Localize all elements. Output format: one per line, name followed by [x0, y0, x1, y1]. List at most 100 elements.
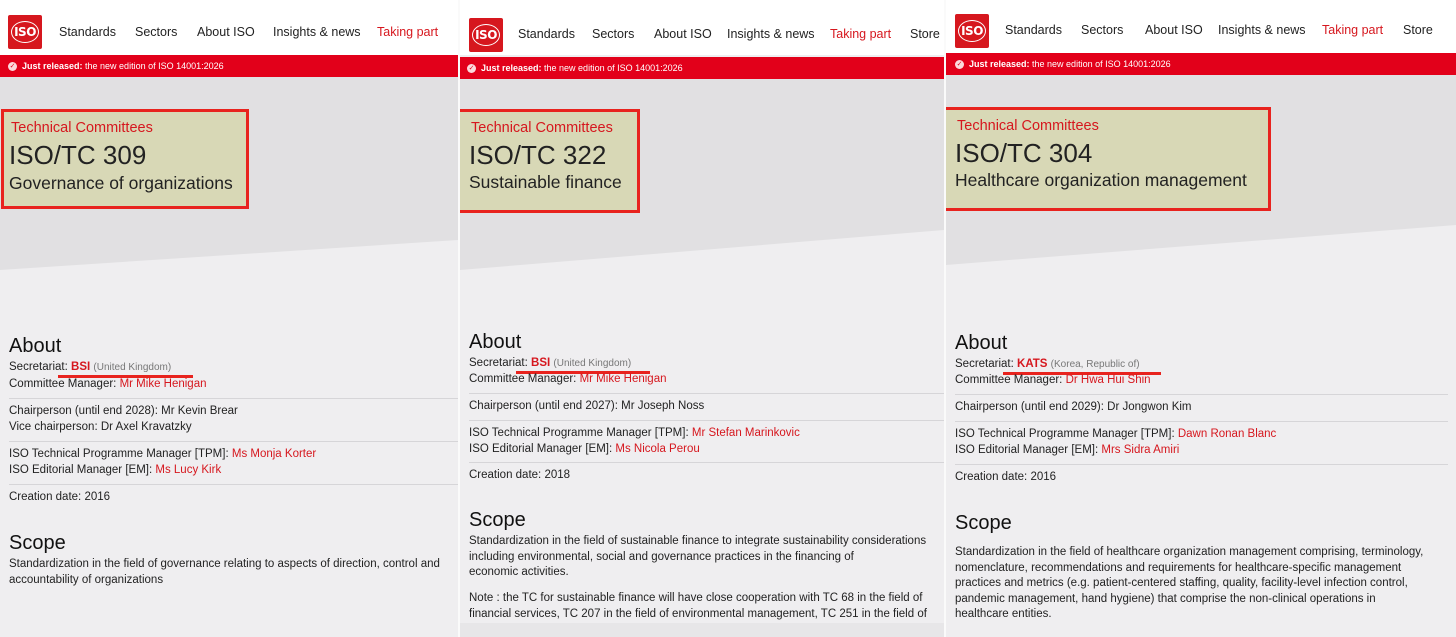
secretariat-country: (United Kingdom)	[93, 362, 172, 373]
em-link[interactable]: Mrs Sidra Amiri	[1101, 444, 1179, 456]
divider	[9, 441, 458, 442]
banner-text: the new edition of ISO 14001:2026	[82, 61, 224, 71]
nav-sectors[interactable]: Sectors	[135, 25, 177, 39]
creation-line: Creation date: 2016	[9, 491, 110, 503]
tc-label[interactable]: Technical Committees	[957, 118, 1099, 134]
note-line: Note : the TC for sustainable finance wi…	[469, 592, 923, 604]
divider	[955, 464, 1448, 465]
chair-line: Chairperson (until end 2028): Mr Kevin B…	[9, 405, 238, 417]
manager-label: Committee Manager:	[955, 374, 1063, 386]
scope-text: Standardization in the field of healthca…	[955, 545, 1423, 623]
panel-tc-309: ISO Standards Sectors About ISO Insights…	[0, 0, 458, 637]
divider	[955, 421, 1448, 422]
nav-store[interactable]: Store	[1403, 23, 1433, 37]
banner-bold: Just released:	[969, 59, 1030, 69]
em-link[interactable]: Ms Nicola Perou	[615, 443, 699, 455]
news-banner[interactable]: ✓ Just released: the new edition of ISO 1…	[0, 55, 458, 77]
nav-taking-part[interactable]: Taking part	[377, 25, 438, 39]
tc-label[interactable]: Technical Committees	[11, 120, 153, 136]
nav-insights-news[interactable]: Insights & news	[273, 25, 361, 39]
nav-taking-part[interactable]: Taking part	[1322, 23, 1383, 37]
manager-link[interactable]: Mr Mike Henigan	[580, 373, 667, 385]
manager-label: Committee Manager:	[9, 378, 117, 390]
divider	[469, 420, 944, 421]
nav-about-iso[interactable]: About ISO	[197, 25, 255, 39]
scope-text: Standardization in the field of governan…	[9, 557, 440, 588]
nav-about-iso[interactable]: About ISO	[1145, 23, 1203, 37]
tpm-line: ISO Technical Programme Manager [TPM]: M…	[9, 448, 316, 460]
scope-line: Standardization in the field of governan…	[9, 558, 440, 570]
news-banner[interactable]: ✓ Just released: the new edition of ISO 1…	[460, 57, 944, 79]
iso-logo[interactable]: ISO	[8, 15, 42, 49]
creation-line: Creation date: 2018	[469, 469, 570, 481]
banner-text: the new edition of ISO 14001:2026	[541, 63, 683, 73]
manager-line: Committee Manager: Dr Hwa Hui Shin	[955, 374, 1151, 386]
nav-taking-part[interactable]: Taking part	[830, 27, 891, 41]
tc-label[interactable]: Technical Committees	[471, 120, 613, 136]
tc-name: Healthcare organization management	[955, 170, 1247, 190]
divider	[469, 462, 944, 463]
news-banner[interactable]: ✓ Just released: the new edition of ISO 1…	[946, 53, 1456, 75]
banner-text: the new edition of ISO 14001:2026	[1029, 59, 1171, 69]
creation-year: 2016	[1030, 471, 1057, 483]
manager-line: Committee Manager: Mr Mike Henigan	[9, 378, 207, 390]
manager-link[interactable]: Dr Hwa Hui Shin	[1066, 374, 1151, 386]
nav-standards[interactable]: Standards	[518, 27, 575, 41]
scope-line: including environmental, social and gove…	[469, 550, 854, 563]
em-line: ISO Editorial Manager [EM]: Mrs Sidra Am…	[955, 444, 1179, 456]
panel-tc-304: ISO Standards Sectors About ISO Insights…	[946, 0, 1456, 637]
alert-icon: ✓	[8, 62, 17, 72]
secretariat-link[interactable]: KATS	[1017, 358, 1047, 370]
em-line: ISO Editorial Manager [EM]: Ms Lucy Kirk	[9, 464, 221, 476]
manager-label: Committee Manager:	[469, 373, 577, 385]
scope-line: Standardization in the field of sustaina…	[469, 535, 927, 547]
manager-line: Committee Manager: Mr Mike Henigan	[469, 373, 667, 385]
nav-insights-news[interactable]: Insights & news	[1218, 23, 1306, 37]
tpm-label: ISO Technical Programme Manager [TPM]:	[469, 427, 689, 439]
logo-text: ISO	[11, 21, 39, 43]
manager-link[interactable]: Mr Mike Henigan	[120, 378, 207, 390]
secretariat-link[interactable]: BSI	[71, 361, 90, 373]
nav-store[interactable]: Store	[910, 27, 940, 41]
nav-standards[interactable]: Standards	[1005, 23, 1062, 37]
tc-number: ISO/TC 304	[955, 138, 1093, 168]
em-line: ISO Editorial Manager [EM]: Ms Nicola Pe…	[469, 443, 700, 455]
logo-text: ISO	[958, 20, 986, 42]
nav-sectors[interactable]: Sectors	[1081, 23, 1123, 37]
scope-line: Standardization in the field of healthca…	[955, 546, 1424, 558]
nav-about-iso[interactable]: About ISO	[654, 27, 712, 41]
tpm-link[interactable]: Mr Stefan Marinkovic	[692, 427, 800, 439]
secretariat-country: (Korea, Republic of)	[1050, 359, 1140, 370]
secretariat-line: Secretariat: KATS (Korea, Republic of)	[955, 358, 1140, 370]
alert-icon: ✓	[467, 64, 476, 74]
tc-name: Sustainable finance	[469, 172, 622, 192]
secretariat-label: Secretariat:	[955, 358, 1014, 370]
scope-line: healthcare entities.	[955, 608, 1052, 620]
secretariat-link[interactable]: BSI	[531, 357, 550, 369]
divider	[9, 484, 458, 485]
panel-tc-322: ISO Standards Sectors About ISO Insights…	[460, 0, 944, 623]
banner-bold: Just released:	[481, 63, 542, 73]
em-link[interactable]: Ms Lucy Kirk	[155, 464, 221, 476]
scope-heading: Scope	[469, 509, 526, 531]
about-heading: About	[9, 335, 62, 357]
em-label: ISO Editorial Manager [EM]:	[9, 464, 153, 476]
tpm-label: ISO Technical Programme Manager [TPM]:	[9, 448, 229, 460]
iso-logo[interactable]: ISO	[469, 18, 503, 52]
tpm-link[interactable]: Dawn Ronan Blanc	[1178, 428, 1276, 440]
nav-sectors[interactable]: Sectors	[592, 27, 634, 41]
scope-line: accountability of organizations	[9, 573, 164, 586]
nav-standards[interactable]: Standards	[59, 25, 116, 39]
scope-heading: Scope	[955, 512, 1012, 534]
vice-chair-line: Vice chairperson: Dr Axel Kravatzky	[9, 421, 192, 433]
tpm-link[interactable]: Ms Monja Korter	[232, 448, 316, 460]
secretariat-line: Secretariat: BSI (United Kingdom)	[9, 361, 171, 373]
iso-logo[interactable]: ISO	[955, 14, 989, 48]
secretariat-line: Secretariat: BSI (United Kingdom)	[469, 357, 631, 369]
em-label: ISO Editorial Manager [EM]:	[955, 444, 1099, 456]
creation-label: Creation date:	[469, 469, 542, 481]
tc-number: ISO/TC 322	[469, 140, 607, 170]
about-heading: About	[955, 332, 1008, 354]
nav-insights-news[interactable]: Insights & news	[727, 27, 815, 41]
secretariat-label: Secretariat:	[469, 357, 528, 369]
